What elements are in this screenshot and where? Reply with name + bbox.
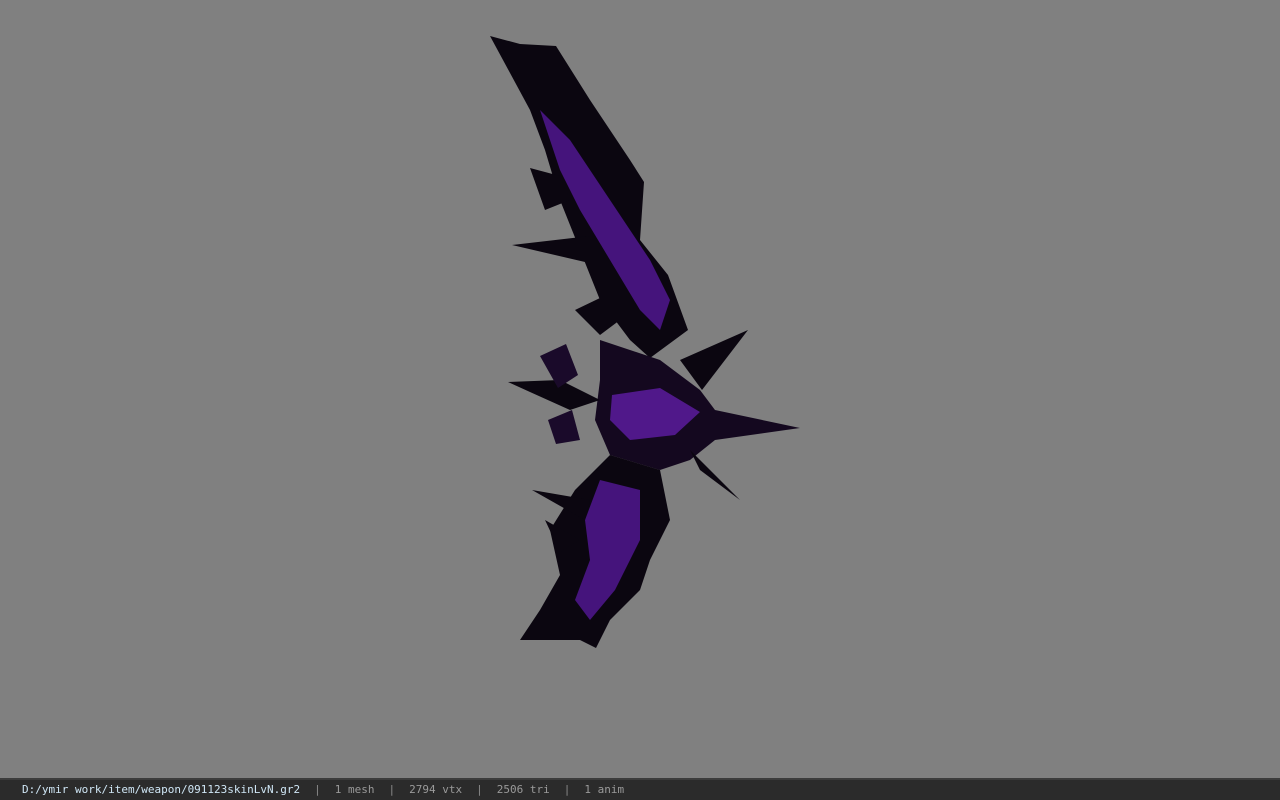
separator: | [314, 783, 321, 796]
separator: | [563, 783, 571, 796]
separator: | [476, 783, 483, 796]
animation-count: 1 anim [584, 783, 625, 796]
spike [690, 450, 740, 500]
mesh-count: 1 mesh [334, 783, 375, 796]
3d-viewport[interactable] [0, 0, 1280, 778]
spike [512, 236, 600, 262]
bow-weapon-model [490, 36, 800, 648]
spike [508, 380, 600, 410]
status-bar: D:/ymir work/item/weapon/091123skinLvN.g… [0, 778, 1280, 800]
separator: | [388, 783, 396, 796]
vertex-count: 2794 vtx [409, 783, 463, 796]
triangle-count: 2506 tri [496, 783, 550, 796]
spike [548, 410, 580, 444]
file-path-label: D:/ymir work/item/weapon/091123skinLvN.g… [22, 783, 301, 796]
spike [680, 330, 748, 390]
